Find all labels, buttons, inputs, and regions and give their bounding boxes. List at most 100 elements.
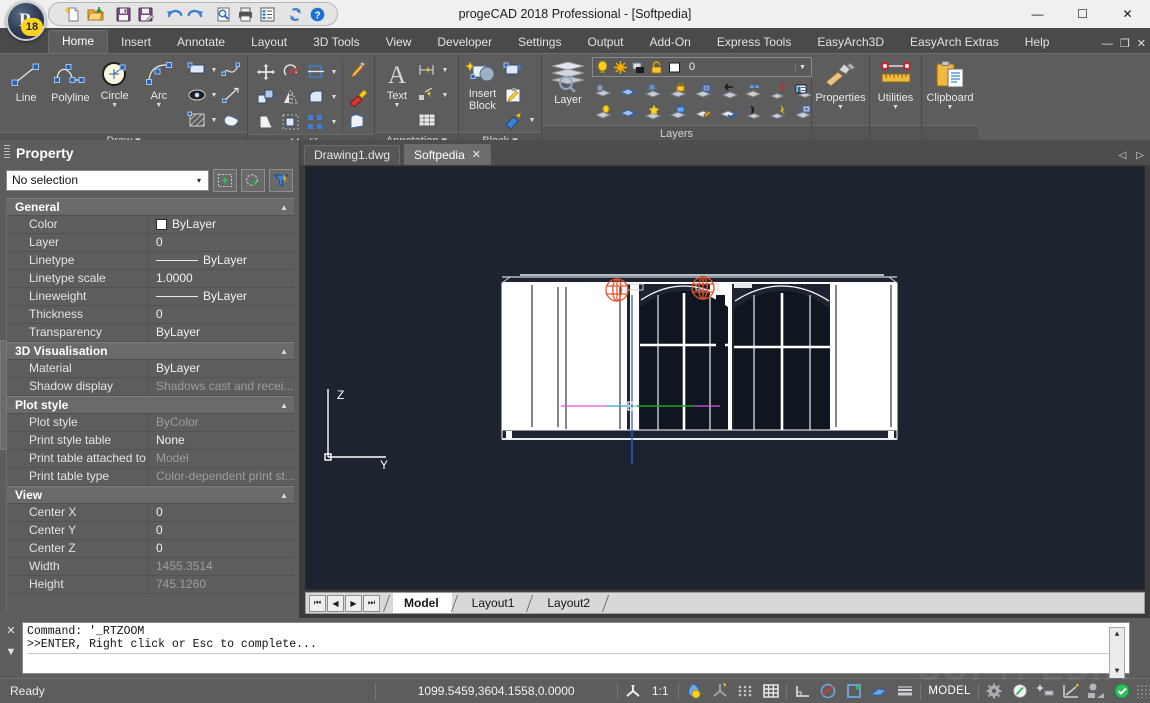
grid-icon[interactable] bbox=[758, 680, 783, 702]
property-row[interactable]: LineweightByLayer bbox=[7, 288, 294, 306]
modify-rotate-button[interactable] bbox=[279, 60, 303, 84]
layout-tab-layout2[interactable]: Layout2 bbox=[536, 593, 603, 613]
refresh-icon[interactable] bbox=[285, 4, 306, 24]
property-row[interactable]: Center X0 bbox=[7, 504, 294, 522]
layer-freeze-tool-icon[interactable] bbox=[642, 81, 666, 101]
filter-button[interactable] bbox=[269, 169, 293, 192]
ribbon-tab-insert[interactable]: Insert bbox=[108, 31, 164, 53]
draw-ray-button[interactable] bbox=[219, 83, 243, 107]
block-attribute-caret[interactable]: ▼ bbox=[527, 108, 537, 132]
viewport-icon[interactable] bbox=[1058, 680, 1083, 702]
block-attribute-button[interactable] bbox=[502, 108, 526, 132]
property-row-value[interactable]: None bbox=[149, 432, 294, 449]
draw-circle-button[interactable]: Circle ▼ bbox=[93, 57, 137, 109]
property-row[interactable]: Print table attached toModel bbox=[7, 450, 294, 468]
annotation-dimension-caret[interactable]: ▼ bbox=[440, 58, 450, 82]
property-row-value[interactable]: ByColor bbox=[149, 414, 294, 431]
layer-unlock-icon[interactable] bbox=[667, 102, 691, 122]
property-row-value[interactable]: 0 bbox=[149, 504, 294, 521]
properties-list-icon[interactable] bbox=[257, 4, 278, 24]
resize-grip[interactable] bbox=[1136, 684, 1150, 698]
property-row[interactable]: Shadow displayShadows cast and recei... bbox=[7, 378, 294, 396]
layer-freeze-icon[interactable] bbox=[613, 60, 628, 75]
settings-gear-icon[interactable] bbox=[982, 680, 1007, 702]
layer-off-icon[interactable] bbox=[592, 81, 616, 101]
draw-circle-caret[interactable]: ▼ bbox=[111, 102, 118, 109]
block-create-button[interactable] bbox=[502, 58, 526, 82]
modify-polyline-edit-button[interactable] bbox=[346, 110, 370, 134]
modify-move-button[interactable] bbox=[254, 60, 278, 84]
property-row[interactable]: Width1455.3514 bbox=[7, 558, 294, 576]
draw-line-button[interactable]: Line bbox=[4, 57, 48, 104]
modify-explode-button[interactable] bbox=[346, 85, 370, 109]
property-row[interactable]: Height745.1260 bbox=[7, 576, 294, 594]
property-row[interactable]: Center Y0 bbox=[7, 522, 294, 540]
draw-ellipse-caret[interactable]: ▼ bbox=[209, 92, 219, 99]
layer-unknown-icon[interactable]: ? bbox=[767, 81, 791, 101]
modify-stretch-button[interactable] bbox=[254, 110, 278, 134]
ribbon-tab-output[interactable]: Output bbox=[574, 31, 636, 53]
annotation-dimension-button[interactable] bbox=[415, 58, 439, 82]
property-row[interactable]: ColorByLayer bbox=[7, 216, 294, 234]
property-section-view[interactable]: View▲ bbox=[7, 486, 294, 504]
layer-thaw-icon[interactable] bbox=[642, 102, 666, 122]
property-row[interactable]: LinetypeByLayer bbox=[7, 252, 294, 270]
status-coordinates[interactable]: 1099.5459,3604.1558,0.0000 bbox=[379, 684, 614, 698]
modify-array-button[interactable] bbox=[304, 110, 328, 134]
layer-combo[interactable]: 0 ▼ bbox=[592, 57, 812, 77]
properties-caret[interactable]: ▼ bbox=[837, 104, 844, 111]
panel-grip[interactable] bbox=[4, 145, 10, 160]
collapse-icon[interactable]: ▲ bbox=[280, 401, 288, 410]
workspace-icon[interactable] bbox=[1083, 680, 1108, 702]
property-scrollbar-thumb[interactable] bbox=[0, 340, 7, 450]
lineweight-icon[interactable] bbox=[892, 680, 917, 702]
annotation-leader-button[interactable] bbox=[415, 83, 439, 107]
ribbon-tab-developer[interactable]: Developer bbox=[424, 31, 505, 53]
collapse-icon[interactable]: ▲ bbox=[280, 203, 288, 212]
ribbon-tab-settings[interactable]: Settings bbox=[505, 31, 574, 53]
property-row-value[interactable]: 0 bbox=[149, 306, 294, 323]
draw-polyline-button[interactable]: Polyline bbox=[48, 57, 92, 104]
doc-next-button[interactable]: ▷ bbox=[1136, 150, 1144, 161]
layout-tab-model[interactable]: Model bbox=[393, 593, 452, 613]
modify-trim-button[interactable] bbox=[304, 60, 328, 84]
polar-tracking-icon[interactable] bbox=[816, 680, 841, 702]
modify-scale-button[interactable] bbox=[279, 110, 303, 134]
modify-fillet-caret[interactable]: ▼ bbox=[329, 85, 339, 109]
modify-mirror-button[interactable] bbox=[279, 85, 303, 109]
clean-screen-icon[interactable] bbox=[1007, 680, 1032, 702]
ribbon-tab-view[interactable]: View bbox=[373, 31, 425, 53]
draw-rectangle-caret[interactable]: ▼ bbox=[209, 67, 219, 74]
selection-combo[interactable]: No selection ▾ bbox=[6, 170, 209, 191]
print-preview-icon[interactable] bbox=[213, 4, 234, 24]
layer-current-icon[interactable] bbox=[692, 81, 716, 101]
minimize-button[interactable]: — bbox=[1015, 0, 1060, 28]
property-row[interactable]: Layer0 bbox=[7, 234, 294, 252]
block-insert-button[interactable]: InsertBlock bbox=[463, 57, 502, 112]
modify-fillet-button[interactable] bbox=[304, 85, 328, 109]
clipboard-caret[interactable]: ▼ bbox=[947, 104, 954, 111]
layer-lock-icon[interactable] bbox=[649, 60, 664, 75]
command-input[interactable] bbox=[27, 658, 1125, 671]
save-icon[interactable] bbox=[113, 4, 134, 24]
dynamic-ucs-icon[interactable] bbox=[682, 680, 707, 702]
ribbon-minimize-button[interactable]: — bbox=[1102, 39, 1113, 50]
status-scale[interactable]: 1:1 bbox=[646, 684, 675, 698]
property-row-value[interactable]: Color-dependent print st... bbox=[149, 468, 294, 485]
property-row-value[interactable]: 1455.3514 bbox=[149, 558, 294, 575]
modify-trim-caret[interactable]: ▼ bbox=[329, 60, 339, 84]
ribbon-tab-home[interactable]: Home bbox=[48, 30, 108, 53]
close-button[interactable]: ✕ bbox=[1105, 0, 1150, 28]
selection-combo-arrow[interactable]: ▾ bbox=[190, 171, 208, 190]
command-history[interactable]: Command: '_RTZOOM >>ENTER, Right click o… bbox=[22, 622, 1130, 674]
utilities-caret[interactable]: ▼ bbox=[892, 104, 899, 111]
property-section-plot-style[interactable]: Plot style▲ bbox=[7, 396, 294, 414]
open-icon[interactable] bbox=[85, 4, 106, 24]
command-expand-button[interactable]: ▼ bbox=[6, 646, 17, 658]
ribbon-tab-add-on[interactable]: Add-On bbox=[636, 31, 703, 53]
snap-icon[interactable] bbox=[732, 680, 757, 702]
ortho-icon[interactable] bbox=[790, 680, 815, 702]
property-row-value[interactable]: 1.0000 bbox=[149, 270, 294, 287]
prev-tab-icon[interactable]: ◀ bbox=[327, 595, 344, 612]
doc-prev-button[interactable]: ◁ bbox=[1119, 150, 1127, 161]
